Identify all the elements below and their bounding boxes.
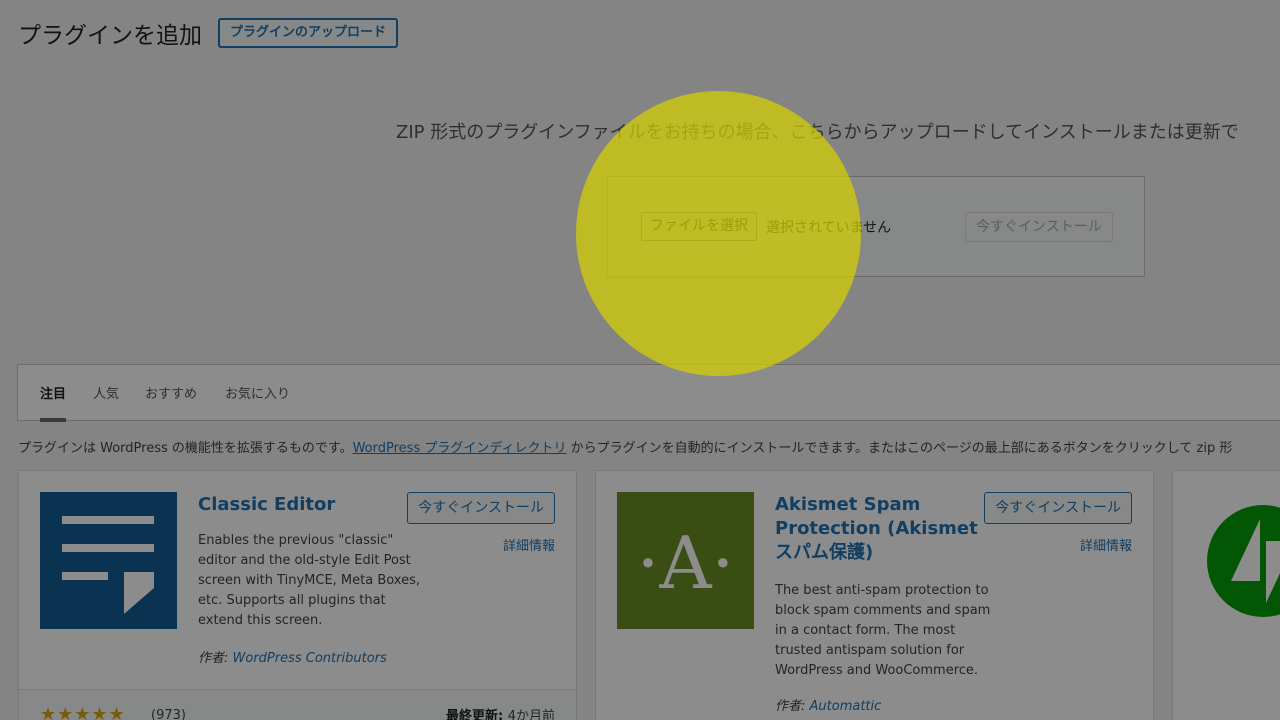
plugin-name-link[interactable]: Classic Editor [198,493,408,517]
page-title: プラグインを追加 [18,23,202,49]
install-now-button[interactable]: 今すぐインストール [407,492,555,524]
choose-file-button[interactable]: ファイルを選択 [641,212,757,241]
plugin-author: 作者: Automattic [775,695,881,714]
author-link[interactable]: WordPress Contributors [233,651,387,666]
author-link[interactable]: Automattic [810,699,882,714]
plugin-description: Enables the previous "classic" editor an… [198,533,420,628]
star-rating: ★★★★★ [40,704,126,720]
plugin-card-akismet: ·A· Akismet Spam Protection (Akismet スパム… [595,470,1154,720]
intro-text-after: からプラグインを自動的にインストールできます。またはこのページの最上部にあるボタ… [566,441,1233,456]
plugin-card-classic-editor: Classic Editor 今すぐインストール 詳細情報 Enables th… [18,470,577,720]
tab-favorites[interactable]: お気に入り [225,383,290,418]
plugin-description: The best anti-spam protection to block s… [775,583,991,678]
last-updated-label: 最終更新: [445,709,508,720]
akismet-icon[interactable]: ·A· [617,492,754,629]
intro-text: プラグインは WordPress の機能性を拡張するものです。WordPress… [18,437,1232,456]
plugin-author: 作者: WordPress Contributors [198,647,387,666]
no-file-selected-text: 選択されていません [766,220,892,236]
install-now-button[interactable]: 今すぐインストール [984,492,1132,524]
upload-description: ZIP 形式のプラグインファイルをお持ちの場合、こちらからアップロードしてインス… [396,122,1239,143]
plugin-card-partial [1172,470,1280,720]
plugin-filter-tabs: 注目 人気 おすすめ お気に入り [17,364,1280,422]
tab-recommended[interactable]: おすすめ [145,383,197,418]
more-details-link[interactable]: 詳細情報 [503,535,555,554]
tab-popular[interactable]: 人気 [93,383,119,418]
upload-form: ファイルを選択 選択されていません 今すぐインストール [607,176,1145,277]
upload-install-now-button[interactable]: 今すぐインストール [965,212,1113,242]
author-label: 作者: [198,651,233,666]
plugin-card-bottom: ★★★★★ (973) 最終更新: 4か月前 [19,689,576,720]
upload-plugin-button[interactable]: プラグインのアップロード [218,18,399,48]
plugin-install-page: プラグインを追加 プラグインのアップロード ZIP 形式のプラグインファイルをお… [0,0,1280,720]
more-details-link[interactable]: 詳細情報 [1080,535,1132,554]
plugin-directory-link[interactable]: WordPress プラグインディレクトリ [353,441,567,456]
classic-editor-icon[interactable] [40,492,177,629]
last-updated: 最終更新: 4か月前 [446,705,555,720]
author-label: 作者: [775,699,810,714]
tab-featured[interactable]: 注目 [40,383,67,422]
akismet-icon-letter: ·A· [637,521,735,605]
rating-count[interactable]: (973) [151,708,186,720]
last-updated-value: 4か月前 [507,709,555,720]
plugin-name-link[interactable]: Akismet Spam Protection (Akismet スパム保護) [775,493,985,565]
jetpack-icon[interactable] [1207,505,1280,617]
intro-text-before: プラグインは WordPress の機能性を拡張するものです。 [18,441,353,456]
